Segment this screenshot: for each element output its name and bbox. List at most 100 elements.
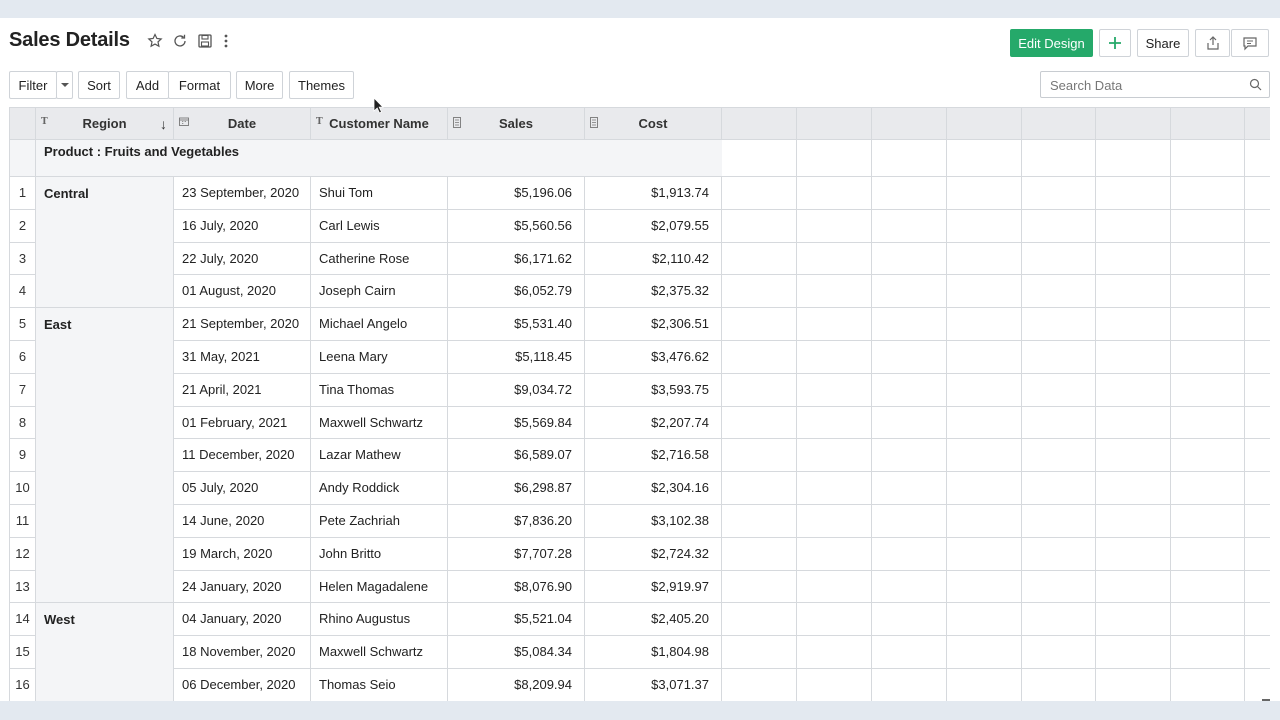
empty-cell[interactable]: [1096, 472, 1171, 505]
empty-cell[interactable]: [1171, 373, 1245, 407]
sales-cell[interactable]: $8,076.90: [448, 570, 585, 604]
empty-cell[interactable]: [797, 636, 872, 669]
sales-cell[interactable]: $5,118.45: [448, 341, 585, 374]
sales-cell[interactable]: $5,569.84: [448, 406, 585, 440]
empty-cell[interactable]: [722, 472, 797, 505]
date-cell[interactable]: 21 September, 2020: [174, 308, 311, 341]
empty-cell[interactable]: [1096, 341, 1171, 374]
cost-cell[interactable]: $2,919.97: [585, 570, 722, 604]
empty-cell[interactable]: [1096, 275, 1171, 309]
customer-name-cell[interactable]: Carl Lewis: [311, 209, 448, 243]
empty-cell[interactable]: [872, 669, 947, 701]
empty-cell[interactable]: [1171, 669, 1245, 701]
empty-cell[interactable]: [947, 341, 1022, 374]
date-cell[interactable]: 04 January, 2020: [174, 603, 311, 637]
empty-cell[interactable]: [1171, 209, 1245, 243]
sales-cell[interactable]: $5,084.34: [448, 636, 585, 669]
empty-cell[interactable]: [797, 505, 872, 538]
empty-cell[interactable]: [797, 439, 872, 473]
empty-cell[interactable]: [722, 242, 797, 276]
empty-cell[interactable]: [1096, 406, 1171, 440]
star-icon[interactable]: [146, 32, 164, 50]
date-cell[interactable]: 01 August, 2020: [174, 275, 311, 309]
customer-name-cell[interactable]: Maxwell Schwartz: [311, 406, 448, 440]
empty-cell[interactable]: [1096, 636, 1171, 669]
empty-cell[interactable]: [1245, 571, 1270, 604]
column-header-region[interactable]: T Region ↓: [36, 108, 174, 140]
date-cell[interactable]: 11 December, 2020: [174, 439, 311, 473]
empty-cell[interactable]: [1096, 439, 1171, 473]
empty-cell[interactable]: [872, 308, 947, 341]
search-data-input[interactable]: Search Data: [1040, 71, 1270, 98]
customer-name-cell[interactable]: Maxwell Schwartz: [311, 636, 448, 669]
empty-cell[interactable]: [1022, 308, 1096, 341]
empty-cell[interactable]: [1245, 177, 1270, 210]
empty-cell[interactable]: [1022, 603, 1096, 637]
export-button[interactable]: [1195, 29, 1230, 57]
date-cell[interactable]: 14 June, 2020: [174, 505, 311, 538]
empty-cell[interactable]: [722, 140, 797, 177]
format-button[interactable]: Format: [168, 71, 231, 99]
sales-cell[interactable]: $6,589.07: [448, 439, 585, 473]
empty-cell[interactable]: [1022, 406, 1096, 440]
sales-cell[interactable]: $6,171.62: [448, 242, 585, 276]
empty-cell[interactable]: [1245, 472, 1270, 505]
add-menu-button[interactable]: Add: [126, 71, 169, 99]
sales-cell[interactable]: $5,560.56: [448, 209, 585, 243]
search-icon[interactable]: [1249, 78, 1262, 96]
empty-cell[interactable]: [872, 406, 947, 440]
empty-cell[interactable]: [722, 275, 797, 309]
customer-name-cell[interactable]: Catherine Rose: [311, 242, 448, 276]
customer-name-cell[interactable]: Joseph Cairn: [311, 275, 448, 309]
empty-cell[interactable]: [1022, 373, 1096, 407]
region-group-cell[interactable]: East: [36, 308, 174, 604]
empty-cell[interactable]: [947, 537, 1022, 571]
empty-cell[interactable]: [1245, 439, 1270, 473]
more-button[interactable]: More: [236, 71, 283, 99]
empty-cell[interactable]: [947, 505, 1022, 538]
empty-cell[interactable]: [722, 603, 797, 637]
sales-cell[interactable]: $5,521.04: [448, 603, 585, 637]
empty-cell[interactable]: [872, 439, 947, 473]
sales-cell[interactable]: $7,836.20: [448, 505, 585, 538]
date-cell[interactable]: 31 May, 2021: [174, 341, 311, 374]
date-cell[interactable]: 06 December, 2020: [174, 669, 311, 701]
empty-cell[interactable]: [797, 373, 872, 407]
cost-cell[interactable]: $2,207.74: [585, 406, 722, 440]
empty-cell[interactable]: [1096, 570, 1171, 604]
empty-cell[interactable]: [1096, 505, 1171, 538]
empty-cell[interactable]: [1245, 407, 1270, 440]
empty-cell[interactable]: [797, 177, 872, 210]
empty-cell[interactable]: [722, 341, 797, 374]
empty-cell[interactable]: [1245, 275, 1270, 309]
sales-cell[interactable]: $6,298.87: [448, 472, 585, 505]
date-cell[interactable]: 21 April, 2021: [174, 373, 311, 407]
empty-cell[interactable]: [872, 636, 947, 669]
empty-cell[interactable]: [1022, 570, 1096, 604]
empty-cell[interactable]: [1022, 140, 1096, 177]
customer-name-cell[interactable]: John Britto: [311, 537, 448, 571]
column-header-date[interactable]: Date: [174, 108, 311, 140]
themes-button[interactable]: Themes: [289, 71, 354, 99]
empty-cell[interactable]: [947, 406, 1022, 440]
empty-cell[interactable]: [722, 406, 797, 440]
empty-cell[interactable]: [1096, 537, 1171, 571]
empty-cell[interactable]: [1022, 439, 1096, 473]
empty-cell[interactable]: [947, 140, 1022, 177]
empty-cell[interactable]: [797, 242, 872, 276]
empty-cell[interactable]: [1171, 242, 1245, 276]
empty-cell[interactable]: [947, 242, 1022, 276]
column-header-sales[interactable]: Sales: [448, 108, 585, 140]
empty-cell[interactable]: [797, 209, 872, 243]
empty-cell[interactable]: [1096, 242, 1171, 276]
cost-cell[interactable]: $2,110.42: [585, 242, 722, 276]
cost-cell[interactable]: $3,071.37: [585, 669, 722, 701]
empty-cell[interactable]: [1245, 603, 1270, 637]
empty-cell[interactable]: [797, 603, 872, 637]
add-button[interactable]: [1099, 29, 1131, 57]
customer-name-cell[interactable]: Tina Thomas: [311, 373, 448, 407]
region-group-cell[interactable]: West: [36, 603, 174, 701]
empty-cell[interactable]: [1171, 505, 1245, 538]
empty-cell[interactable]: [1171, 406, 1245, 440]
empty-cell[interactable]: [947, 209, 1022, 243]
